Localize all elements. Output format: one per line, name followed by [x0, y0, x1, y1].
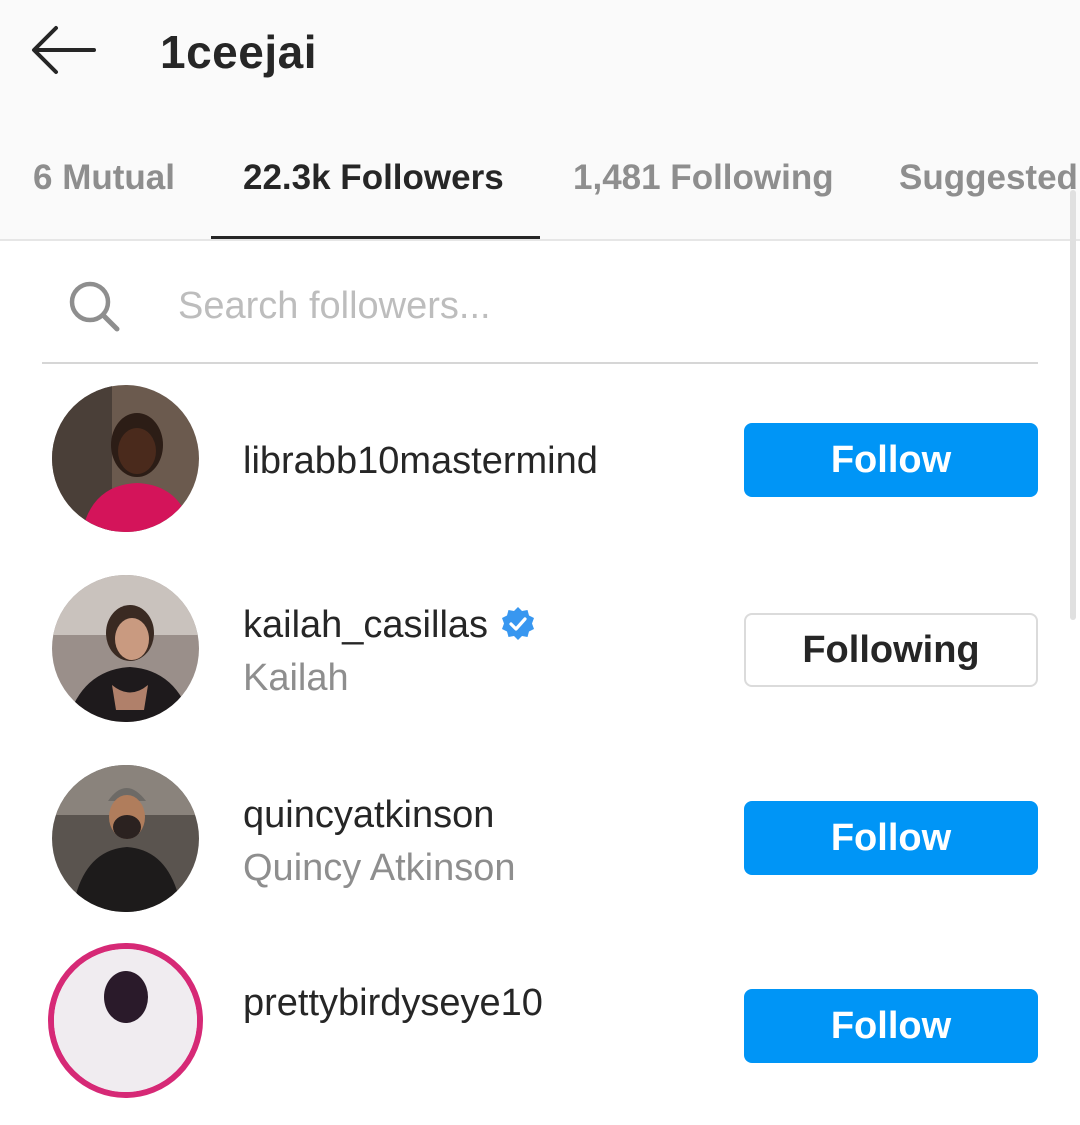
avatar-story-ring[interactable]: [48, 943, 203, 1098]
username[interactable]: quincyatkinson: [243, 791, 494, 839]
search-underline: [42, 362, 1038, 364]
back-button[interactable]: [30, 24, 96, 76]
scrollbar[interactable]: [1070, 190, 1076, 620]
arrow-left-icon: [32, 26, 96, 74]
avatar[interactable]: [52, 765, 199, 912]
list-item[interactable]: kailah_casillas Kailah Following: [0, 555, 1080, 745]
following-button[interactable]: Following: [744, 613, 1038, 687]
tab-following[interactable]: 1,481 Following: [573, 150, 834, 240]
tab-mutual[interactable]: 6 Mutual: [33, 150, 175, 240]
avatar[interactable]: [52, 575, 199, 722]
tab-suggested[interactable]: Suggested: [899, 150, 1078, 240]
search-input[interactable]: [178, 280, 1018, 332]
search-icon: [69, 281, 120, 332]
full-name: Quincy Atkinson: [243, 847, 516, 889]
username[interactable]: kailah_casillas: [243, 601, 536, 649]
follow-button[interactable]: Follow: [744, 801, 1038, 875]
tab-followers[interactable]: 22.3k Followers: [243, 150, 504, 240]
avatar-image: [52, 765, 199, 912]
avatar-image: [52, 575, 199, 722]
username[interactable]: librabb10mastermind: [243, 437, 598, 485]
username-text: kailah_casillas: [243, 604, 489, 646]
header-divider: [0, 239, 1080, 241]
follow-button[interactable]: Follow: [744, 423, 1038, 497]
avatar[interactable]: [52, 385, 199, 532]
list-item[interactable]: quincyatkinson Quincy Atkinson Follow: [0, 745, 1080, 935]
full-name: Kailah: [243, 657, 349, 699]
avatar-image: [52, 385, 199, 532]
follow-button[interactable]: Follow: [744, 989, 1038, 1063]
list-item[interactable]: prettybirdyseye10 Follow: [0, 935, 1080, 1125]
username[interactable]: prettybirdyseye10: [243, 979, 543, 1027]
tab-bar: 6 Mutual 22.3k Followers 1,481 Following…: [0, 150, 1080, 240]
page-title: 1ceejai: [160, 26, 317, 78]
list-item[interactable]: librabb10mastermind Follow: [0, 365, 1080, 555]
verified-badge-icon: [502, 606, 535, 640]
avatar-image: [54, 949, 197, 1092]
